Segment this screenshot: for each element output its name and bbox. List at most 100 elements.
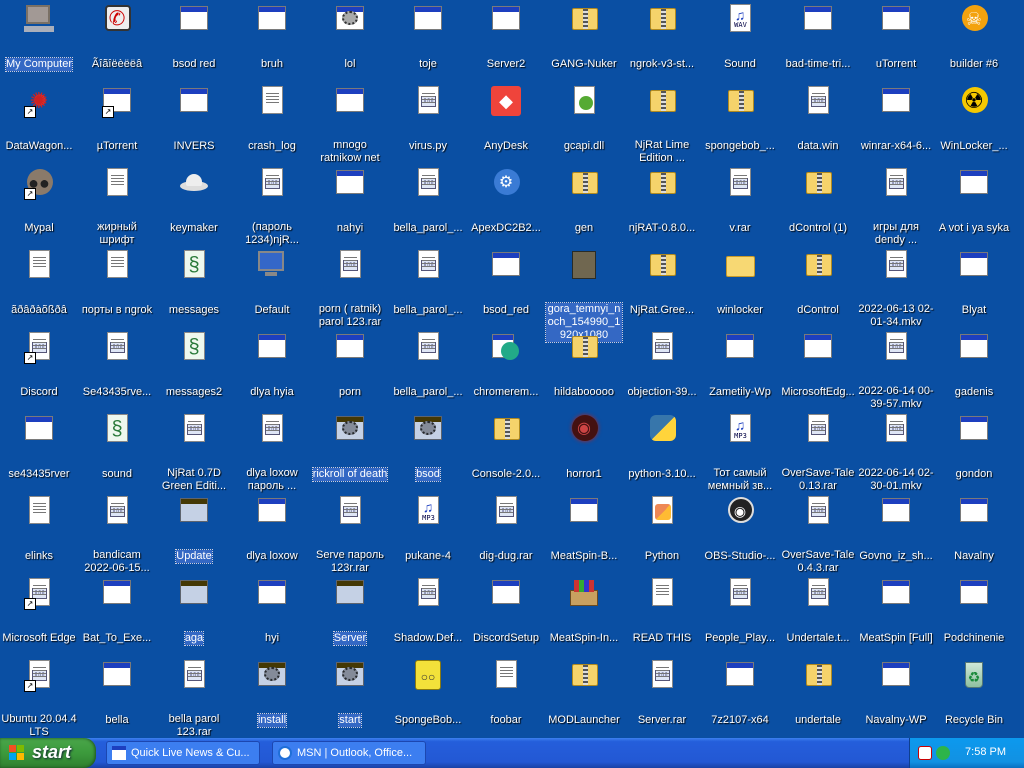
- desktop-icon[interactable]: Bat_To_Exe...: [78, 576, 156, 646]
- desktop-icon[interactable]: DiscordSetup: [467, 576, 545, 646]
- desktop-icon[interactable]: INVERS: [155, 84, 233, 154]
- desktop-icon[interactable]: 7z2107-x64: [701, 658, 779, 728]
- taskbar-button[interactable]: MSN | Outlook, Office...: [272, 741, 426, 765]
- desktop-icon[interactable]: T: [1013, 166, 1024, 236]
- desktop-icon[interactable]: ♻ Recycle Bin: [935, 658, 1013, 728]
- desktop-icon[interactable]: bsod red: [155, 2, 233, 72]
- desktop-icon[interactable]: ▯▯▯ OverSave-Tale 0.4.3.rar: [779, 494, 857, 576]
- desktop-icon[interactable]: A vot i ya syka: [935, 166, 1013, 236]
- desktop-icon[interactable]: keymaker: [155, 166, 233, 236]
- desktop-icon[interactable]: ▯▯▯ игры для dendy ...: [857, 166, 935, 248]
- desktop-icon[interactable]: elinks: [0, 494, 78, 564]
- desktop-icon[interactable]: ▯▯▯ v.rar: [701, 166, 779, 236]
- desktop-icon[interactable]: Console-2.0...: [467, 412, 545, 482]
- desktop-icon[interactable]: ▯▯▯ porn ( ratnik) parol 123.rar: [311, 248, 389, 330]
- desktop-icon[interactable]: ▯▯▯ (пароль 1234)njR...: [233, 166, 311, 248]
- desktop-icon[interactable]: Server2: [467, 2, 545, 72]
- desktop-icon[interactable]: MicrosoftEdg...: [779, 330, 857, 400]
- desktop-icon[interactable]: WAV ♫ Sound: [701, 2, 779, 72]
- desktop-icon[interactable]: lol: [311, 2, 389, 72]
- desktop-icon[interactable]: ▯▯▯ virus.py: [389, 84, 467, 154]
- desktop-icon[interactable]: bella: [78, 658, 156, 728]
- network-icon[interactable]: [936, 746, 950, 760]
- desktop-icon[interactable]: § sound: [78, 412, 156, 482]
- desktop-icon[interactable]: gen: [545, 166, 623, 236]
- desktop-icon[interactable]: MeatSpin-In...: [545, 576, 623, 646]
- desktop-icon[interactable]: ↗ µTorrent: [78, 84, 156, 154]
- desktop-icon[interactable]: ▯▯▯ Se43435rve...: [78, 330, 156, 400]
- desktop-icon[interactable]: GANG-Nuker: [545, 2, 623, 72]
- desktop-icon[interactable]: Blyat: [935, 248, 1013, 318]
- desktop-icon[interactable]: ãðâðàõßðâ: [0, 248, 78, 318]
- desktop-icon[interactable]: dlya loxow: [233, 494, 311, 564]
- desktop-icon[interactable]: ▯▯▯ 2022-06-14 00-39-57.mkv: [857, 330, 935, 412]
- desktop-icon[interactable]: porn: [311, 330, 389, 400]
- desktop-icon[interactable]: NjRat.Gree...: [623, 248, 701, 318]
- desktop-icon[interactable]: ▯▯▯ objection-39...: [623, 330, 701, 400]
- desktop-icon[interactable]: ▯▯▯ ↗ Discord: [0, 330, 78, 400]
- desktop-icon[interactable]: ◉ OBS-Studio-...: [701, 494, 779, 564]
- desktop-icon[interactable]: se: [1013, 2, 1024, 72]
- desktop-icon[interactable]: rickroll of death: [311, 412, 389, 482]
- desktop-icon[interactable]: ▯▯▯ bandicam 2022-06-15...: [78, 494, 156, 576]
- desktop-icon[interactable]: ☠ builder #6: [935, 2, 1013, 72]
- desktop-icon[interactable]: crash_log: [233, 84, 311, 154]
- desktop-icon[interactable]: ▯▯▯ dlya loxow пароль ...: [233, 412, 311, 494]
- desktop-icon[interactable]: toje: [389, 2, 467, 72]
- desktop-icon[interactable]: MeatSpin [Full]: [857, 576, 935, 646]
- start-button[interactable]: start: [0, 738, 96, 768]
- desktop-icon[interactable]: hyi: [233, 576, 311, 646]
- desktop-icon[interactable]: MODLauncher: [545, 658, 623, 728]
- security-icon[interactable]: [918, 746, 932, 760]
- desktop-icon[interactable]: bsod: [389, 412, 467, 482]
- desktop-icon[interactable]: ◆ AnyDesk: [467, 84, 545, 154]
- desktop-icon[interactable]: gadenis: [935, 330, 1013, 400]
- desktop-icon[interactable]: bsod_red: [467, 248, 545, 318]
- desktop-icon[interactable]: MeatSpin-B...: [545, 494, 623, 564]
- desktop-icon[interactable]: install: [233, 658, 311, 728]
- desktop-icon[interactable]: se43435rver: [0, 412, 78, 482]
- desktop-icon[interactable]: gcapi.dll: [545, 84, 623, 154]
- desktop-icon[interactable]: ▯▯▯ 2022-06-13 02-01-34.mkv: [857, 248, 935, 330]
- desktop-icon[interactable]: ▯▯▯ dig-dug.rar: [467, 494, 545, 564]
- desktop-icon[interactable]: ▯▯▯ Undertale.t...: [779, 576, 857, 646]
- desktop-icon[interactable]: ○○ SpongeBob...: [389, 658, 467, 728]
- desktop-icon[interactable]: njRAT-0.8.0...: [623, 166, 701, 236]
- desktop-icon[interactable]: chromerem...: [467, 330, 545, 400]
- desktop-icon[interactable]: Python: [623, 494, 701, 564]
- desktop-icon[interactable]: ▯▯▯ NjRat 0.7D Green Editi...: [155, 412, 233, 494]
- desktop-icon[interactable]: ◉ horror1: [545, 412, 623, 482]
- desktop-icon[interactable]: winlocker: [701, 248, 779, 318]
- desktop-icon[interactable]: ▯▯▯ Serve пароль 123r.rar: [311, 494, 389, 576]
- desktop-icon[interactable]: ☢ WinLocker_...: [935, 84, 1013, 154]
- desktop-icon[interactable]: nahyi: [311, 166, 389, 236]
- desktop-icon[interactable]: § messages: [155, 248, 233, 318]
- desktop-icon[interactable]: mnogo ratnikow net: [311, 84, 389, 166]
- desktop-icon[interactable]: Govno_iz_sh...: [857, 494, 935, 564]
- desktop-icon[interactable]: ✆ Ãîãîëèëëâ: [78, 2, 156, 72]
- desktop-icon[interactable]: dlya hyia: [233, 330, 311, 400]
- desktop-icon[interactable]: ●● ↗ Mypal: [0, 166, 78, 236]
- desktop-icon[interactable]: python-3.10...: [623, 412, 701, 482]
- desktop-icon[interactable]: hildabooooo: [545, 330, 623, 400]
- desktop-icon[interactable]: spongebob_...: [701, 84, 779, 154]
- desktop-icon[interactable]: жирный шрифт: [78, 166, 156, 248]
- desktop-icon[interactable]: dControl: [779, 248, 857, 318]
- desktop-icon[interactable]: aga: [155, 576, 233, 646]
- desktop-icon[interactable]: READ THIS: [623, 576, 701, 646]
- desktop-icon[interactable]: Update: [155, 494, 233, 564]
- desktop-icon[interactable]: winrar-x64-6...: [857, 84, 935, 154]
- desktop-icon[interactable]: Podchinenie: [935, 576, 1013, 646]
- desktop-icon[interactable]: Navalny-WP: [857, 658, 935, 728]
- desktop-icon[interactable]: foobar: [467, 658, 545, 728]
- desktop-icon[interactable]: gondon: [935, 412, 1013, 482]
- desktop-icon[interactable]: ▯▯▯ bella_parol_...: [389, 248, 467, 318]
- desktop[interactable]: My Computer ✆ Ãîãîëèëëâ bsod red bruh lol toje…: [0, 0, 1024, 738]
- desktop-icon[interactable]: Default: [233, 248, 311, 318]
- desktop-icon[interactable]: ▯▯▯ bella parol 123.rar: [155, 658, 233, 738]
- desktop-icon[interactable]: ▯▯▯ 2022-06-14 02-30-01.mkv: [857, 412, 935, 494]
- desktop-icon[interactable]: порты в ngrok: [78, 248, 156, 318]
- desktop-icon[interactable]: ▯▯▯ People_Play...: [701, 576, 779, 646]
- desktop-icon[interactable]: start: [311, 658, 389, 728]
- desktop-icon[interactable]: My Computer: [0, 2, 78, 72]
